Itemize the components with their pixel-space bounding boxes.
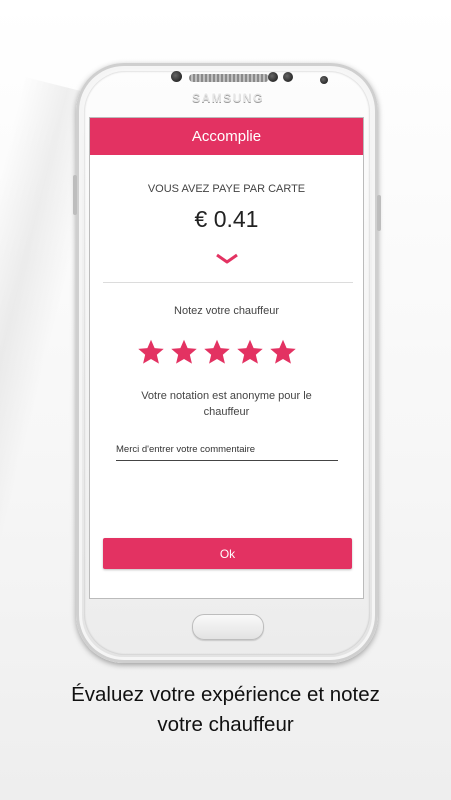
earpiece-speaker [189, 74, 269, 82]
star-rating[interactable] [137, 338, 297, 366]
chevron-down-icon[interactable] [216, 253, 238, 265]
proximity-sensor [320, 76, 328, 84]
volume-button [73, 175, 77, 215]
ok-button[interactable]: Ok [103, 538, 352, 569]
fare-amount: € 0.41 [194, 206, 259, 232]
rating-label: Notez votre chauffeur [174, 305, 279, 317]
app-screen: Accomplie VOUS AVEZ PAYE PAR CARTE € 0.4… [90, 118, 363, 598]
home-button[interactable] [192, 614, 264, 640]
star-icon[interactable] [170, 338, 198, 366]
header-title: Accomplie [191, 128, 262, 145]
sensor-left [268, 72, 278, 82]
star-icon[interactable] [269, 338, 297, 366]
payment-method-label: VOUS AVEZ PAYE PAR CARTE [147, 183, 306, 195]
anonymous-note: Votre notation est anonyme pour le chauf… [141, 390, 312, 418]
star-icon[interactable] [137, 338, 165, 366]
caption-line-2: votre chauffeur [157, 713, 294, 736]
caption-line-1: Évaluez votre expérience et notez [71, 683, 380, 706]
star-icon[interactable] [236, 338, 264, 366]
header-bar: Accomplie [90, 118, 363, 155]
power-button [377, 195, 381, 231]
front-camera [171, 71, 182, 82]
comment-input[interactable] [116, 438, 338, 461]
device-brand: SAMSUNG [192, 91, 264, 105]
star-icon[interactable] [203, 338, 231, 366]
sensor-right [283, 72, 293, 82]
promo-caption: Évaluez votre expérience et notez votre … [0, 680, 451, 740]
divider [103, 282, 353, 283]
